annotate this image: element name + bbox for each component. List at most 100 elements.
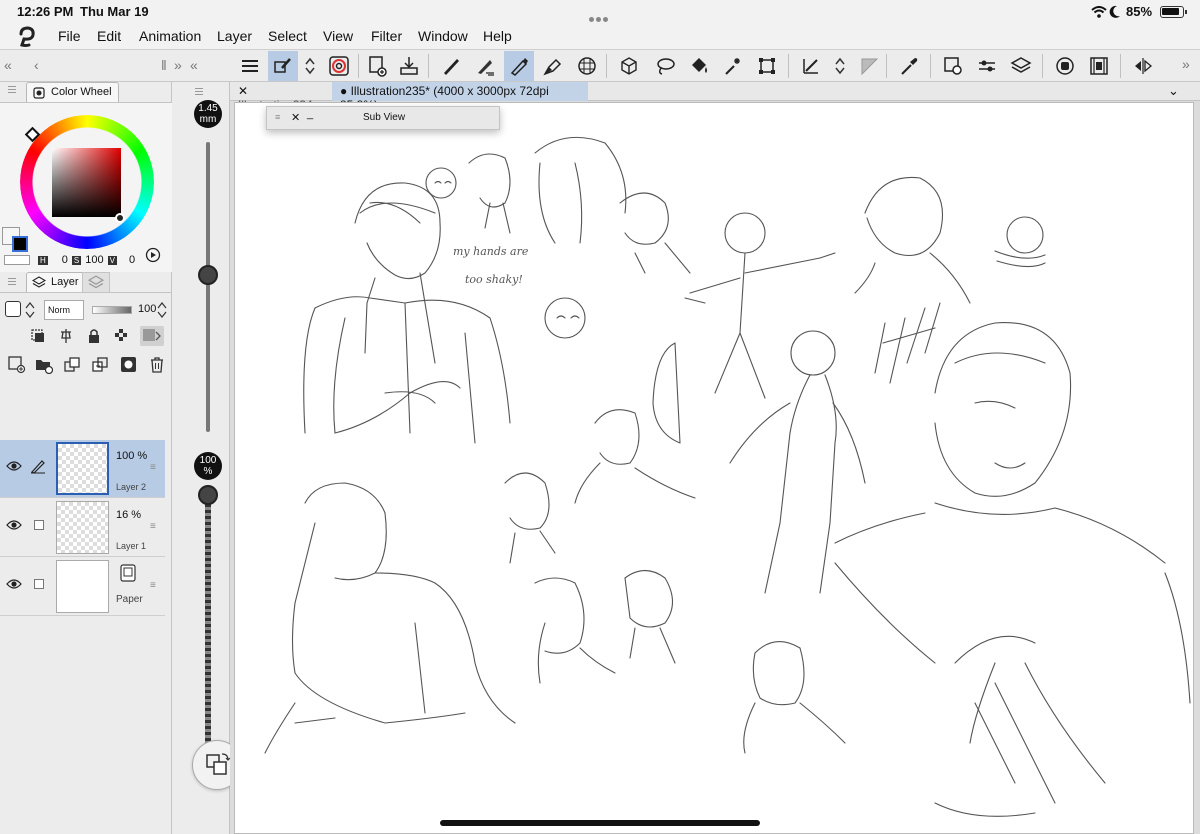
minimize-icon[interactable]: _ bbox=[307, 108, 313, 120]
menu-select[interactable]: Select bbox=[268, 28, 307, 44]
menu-file[interactable]: File bbox=[58, 28, 81, 44]
menu-filter[interactable]: Filter bbox=[371, 28, 402, 44]
drag-handle-icon[interactable]: ≡ bbox=[150, 462, 156, 473]
pen-tool-icon[interactable] bbox=[268, 51, 298, 81]
close-icon[interactable]: ✕ bbox=[291, 111, 300, 124]
color-wheel-tab[interactable]: Color Wheel bbox=[26, 82, 119, 102]
layer-mask-icon[interactable] bbox=[120, 356, 138, 374]
color-mode-play-icon[interactable] bbox=[145, 247, 161, 263]
opacity-value[interactable]: 100 bbox=[138, 303, 156, 315]
expand-right-icon[interactable]: » bbox=[1182, 56, 1190, 72]
fill-bucket-icon[interactable] bbox=[684, 51, 714, 81]
drag-handle-icon[interactable]: ≡ bbox=[150, 521, 156, 532]
brush-size-slider[interactable] bbox=[206, 142, 210, 432]
ruler-icon[interactable] bbox=[796, 51, 826, 81]
new-canvas-icon[interactable] bbox=[362, 51, 392, 81]
grid-icon[interactable] bbox=[572, 51, 602, 81]
lasso-icon[interactable] bbox=[650, 51, 680, 81]
lock-icon[interactable] bbox=[86, 328, 102, 344]
color-wheel-panel: H 0 S 100 V 0 bbox=[0, 102, 172, 272]
brush-opacity-slider[interactable] bbox=[205, 492, 211, 752]
combine-layer-icon[interactable] bbox=[91, 356, 109, 374]
brush-opacity-indicator[interactable]: 100 % bbox=[194, 452, 222, 480]
chevron-down-icon[interactable]: ⌄ bbox=[1168, 83, 1179, 99]
adjust-sliders-icon[interactable] bbox=[972, 51, 1002, 81]
saturation-value-square[interactable] bbox=[52, 148, 121, 217]
layer-row-layer-2[interactable]: 100 % Layer 2 ≡ bbox=[0, 440, 165, 498]
eye-visibility-icon[interactable] bbox=[6, 460, 22, 472]
panel-grip-icon[interactable] bbox=[8, 86, 16, 96]
marker-icon[interactable] bbox=[538, 51, 568, 81]
drag-handle-icon[interactable]: ≡ bbox=[275, 112, 280, 122]
transparent-color-swatch[interactable] bbox=[4, 255, 30, 265]
layer-tab[interactable]: Layer bbox=[26, 272, 86, 292]
pencil-icon[interactable] bbox=[436, 51, 466, 81]
flip-icon[interactable] bbox=[1128, 51, 1158, 81]
layer-color-box[interactable] bbox=[5, 301, 21, 317]
menu-help[interactable]: Help bbox=[483, 28, 512, 44]
opacity-slider[interactable] bbox=[92, 306, 132, 314]
home-indicator[interactable] bbox=[440, 820, 760, 826]
spiral-icon[interactable] bbox=[324, 51, 354, 81]
circle-icon[interactable] bbox=[1050, 51, 1080, 81]
panel-grip-icon[interactable] bbox=[195, 88, 203, 98]
triangle-icon[interactable] bbox=[854, 51, 884, 81]
layer-row-paper[interactable]: Paper ≡ bbox=[0, 558, 165, 616]
new-folder-icon[interactable] bbox=[35, 356, 53, 374]
eye-visibility-icon[interactable] bbox=[6, 578, 22, 590]
eye-visibility-icon[interactable] bbox=[6, 519, 22, 531]
drawing-canvas[interactable]: my hands are too shaky! bbox=[234, 102, 1194, 834]
brush-opacity-slider-knob[interactable] bbox=[198, 485, 218, 505]
up-down-icon[interactable] bbox=[828, 51, 852, 81]
hamburger-menu-icon[interactable] bbox=[235, 51, 265, 81]
film-icon[interactable] bbox=[1084, 51, 1114, 81]
document-tab-illustration234[interactable]: ✕ Illustration234 bbox=[230, 82, 330, 112]
fountain-pen-icon[interactable] bbox=[470, 51, 500, 81]
panel-grip-icon[interactable] bbox=[8, 278, 16, 288]
up-down-icon[interactable] bbox=[24, 300, 36, 320]
menu-layer[interactable]: Layer bbox=[217, 28, 252, 44]
close-icon[interactable]: ✕ bbox=[238, 84, 248, 98]
menu-window[interactable]: Window bbox=[418, 28, 468, 44]
brush-size-indicator[interactable]: 1.45 mm bbox=[194, 100, 222, 128]
menu-edit[interactable]: Edit bbox=[97, 28, 121, 44]
mask-icon[interactable] bbox=[140, 326, 164, 346]
layer-select-checkbox[interactable] bbox=[34, 520, 44, 530]
delete-layer-icon[interactable] bbox=[149, 356, 165, 374]
3d-cube-icon[interactable] bbox=[614, 51, 644, 81]
document-tab-illustration235[interactable]: ● Illustration235* (4000 x 3000px 72dpi … bbox=[332, 82, 588, 112]
chevron-left-icon[interactable]: ‹ bbox=[34, 57, 39, 73]
expand-right-icon[interactable]: » bbox=[174, 57, 182, 73]
sub-view-window[interactable]: ≡ ✕ _ Sub View bbox=[266, 106, 500, 130]
collapse-left-icon[interactable]: « bbox=[190, 57, 198, 73]
g-pen-icon[interactable] bbox=[504, 51, 534, 81]
clip-studio-logo-icon[interactable] bbox=[16, 26, 38, 48]
transfer-to-lower-layer-icon[interactable] bbox=[63, 356, 81, 374]
collapse-left-icon[interactable]: « bbox=[4, 57, 12, 73]
up-down-icon[interactable] bbox=[157, 300, 167, 320]
main-color-swatch[interactable] bbox=[12, 236, 28, 252]
drag-handle-icon[interactable]: ≡ bbox=[150, 580, 156, 591]
layer-select-checkbox[interactable] bbox=[34, 579, 44, 589]
layer-search-tab[interactable] bbox=[82, 272, 110, 292]
up-down-icon[interactable] bbox=[298, 51, 322, 81]
layer-property-icon[interactable] bbox=[938, 51, 968, 81]
multitask-dots-icon[interactable] bbox=[589, 10, 611, 22]
eyedropper-icon[interactable] bbox=[894, 51, 924, 81]
panel-grip-icon[interactable]: ‖ bbox=[161, 57, 167, 73]
clip-to-layer-icon[interactable] bbox=[30, 328, 46, 344]
brush-size-slider-knob[interactable] bbox=[198, 265, 218, 285]
transform-icon[interactable] bbox=[752, 51, 782, 81]
new-raster-layer-icon[interactable] bbox=[8, 356, 26, 374]
layer-row-layer-1[interactable]: 16 % Layer 1 ≡ bbox=[0, 499, 165, 557]
blend-mode-select[interactable]: Norm bbox=[44, 300, 84, 320]
layers-stack-icon[interactable] bbox=[1006, 51, 1036, 81]
sv-picker-handle[interactable] bbox=[115, 213, 125, 223]
layer-panel: Layer Norm 100 100 % Layer 2 ≡ 16 % Laye… bbox=[0, 272, 172, 834]
menu-view[interactable]: View bbox=[323, 28, 353, 44]
menu-animation[interactable]: Animation bbox=[139, 28, 201, 44]
import-icon[interactable] bbox=[394, 51, 424, 81]
magic-wand-icon[interactable] bbox=[718, 51, 748, 81]
reference-layer-icon[interactable] bbox=[58, 328, 74, 344]
lock-transparency-icon[interactable] bbox=[114, 328, 130, 344]
